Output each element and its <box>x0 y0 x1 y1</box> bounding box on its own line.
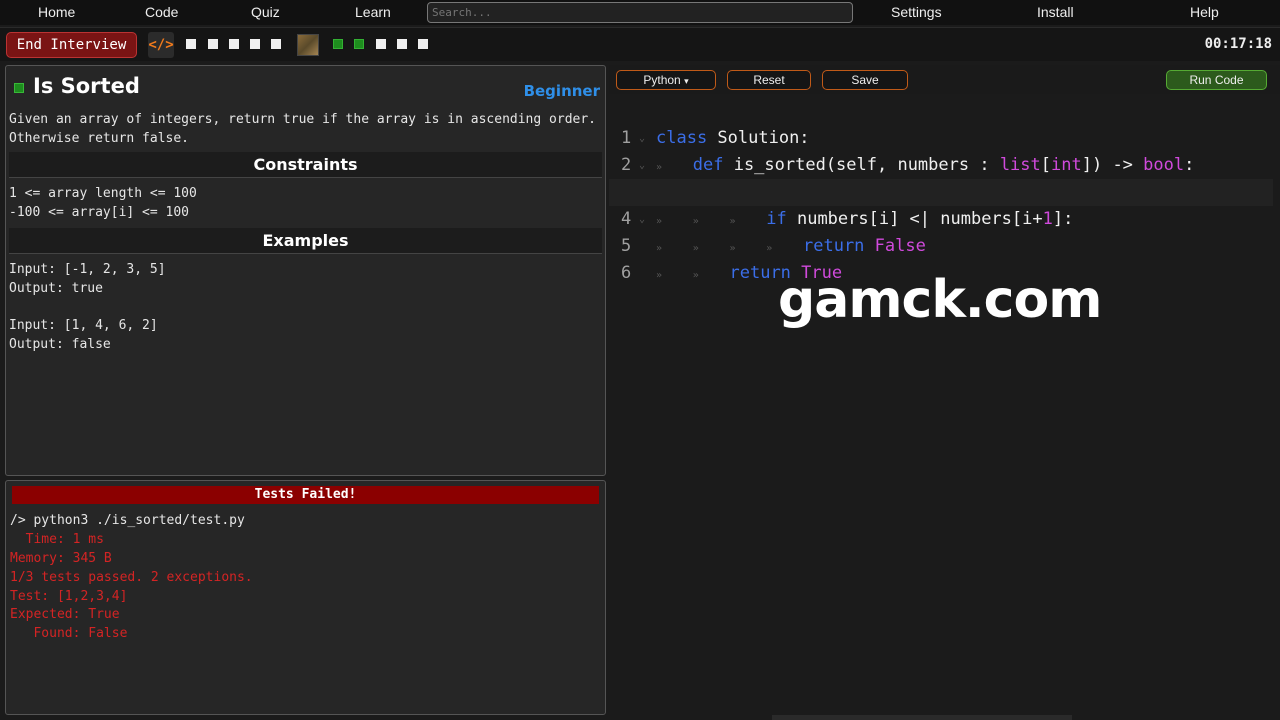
line-number: 6 <box>621 263 632 283</box>
problem-title: Is Sorted <box>33 74 140 98</box>
constraint-line: -100 <= array[i] <= 100 <box>9 204 190 220</box>
example-output: Output: true <box>9 281 103 296</box>
menu-learn[interactable]: Learn <box>355 4 391 20</box>
end-interview-button[interactable]: End Interview <box>6 32 137 58</box>
language-label: Python <box>643 73 681 87</box>
code-editor[interactable]: 1 ⌄ class Solution: 2 ⌄» def is_sorted(self… <box>609 96 1280 720</box>
interview-toolbar: End Interview </> 00:17:18 <box>0 27 1280 61</box>
output-command: /> python3 ./is_sorted/test.py <box>10 513 245 528</box>
code-line: 5» » » » return False <box>609 206 1273 256</box>
problem-description: Given an array of integers, return true … <box>9 112 596 146</box>
progress-square <box>418 39 428 49</box>
progress-square-complete <box>333 39 343 49</box>
output-line: Test: [1,2,3,4] <box>10 589 128 604</box>
watermark: gamck.com <box>778 270 1102 330</box>
progress-square <box>229 39 239 49</box>
examples-header: Examples <box>9 228 602 254</box>
code-icon[interactable]: </> <box>148 32 174 58</box>
menu-home[interactable]: Home <box>38 4 75 20</box>
example-output: Output: false <box>9 337 111 352</box>
horizontal-scrollbar[interactable] <box>772 715 1072 720</box>
output-line: Found: False <box>10 626 128 641</box>
code-line: 1 ⌄ class Solution: <box>609 98 1273 148</box>
avatar-icon[interactable] <box>297 34 319 56</box>
progress-square-complete <box>354 39 364 49</box>
code-line-active: 4 ⌄» » » if numbers[i] <| numbers[i+1]: <box>609 179 1273 229</box>
progress-square <box>271 39 281 49</box>
output-line: Memory: 345 B <box>10 551 112 566</box>
progress-square <box>397 39 407 49</box>
chevron-down-icon: ▾ <box>684 76 689 86</box>
constraints-header: Constraints <box>9 152 602 178</box>
output-line: Time: 1 ms <box>10 532 104 547</box>
interview-timer: 00:17:18 <box>1204 36 1272 52</box>
menu-install[interactable]: Install <box>1037 4 1074 20</box>
constraint-line: 1 <= array length <= 100 <box>9 186 197 201</box>
progress-square <box>186 39 196 49</box>
menu-quiz[interactable]: Quiz <box>251 4 280 20</box>
code-line: 3⌄» » for i in range(len(numbers) - 1): <box>609 152 1273 202</box>
difficulty-badge: Beginner <box>523 82 600 100</box>
reset-button[interactable]: Reset <box>727 70 811 90</box>
progress-square <box>250 39 260 49</box>
top-menu-bar: Home Code Quiz Learn Settings Install He… <box>0 0 1280 25</box>
progress-square <box>208 39 218 49</box>
search-input[interactable] <box>427 2 853 23</box>
code-line: 6» » return True <box>609 233 1273 283</box>
progress-square <box>376 39 386 49</box>
editor-toolbar: Python ▾ Reset Save Run Code <box>609 65 1280 94</box>
status-indicator-icon <box>14 83 24 93</box>
save-button[interactable]: Save <box>822 70 908 90</box>
output-line: 1/3 tests passed. 2 exceptions. <box>10 570 253 585</box>
menu-code[interactable]: Code <box>145 4 178 20</box>
output-line: Expected: True <box>10 607 120 622</box>
problem-panel: Is Sorted Beginner Given an array of int… <box>5 65 606 476</box>
run-code-button[interactable]: Run Code <box>1166 70 1267 90</box>
test-status-banner: Tests Failed! <box>12 486 599 504</box>
code-line: 2 ⌄» def is_sorted(self, numbers : list[i… <box>609 125 1273 175</box>
language-select[interactable]: Python ▾ <box>616 70 716 90</box>
menu-settings[interactable]: Settings <box>891 4 942 20</box>
test-output-panel: Tests Failed! /> python3 ./is_sorted/tes… <box>5 480 606 715</box>
example-input: Input: [-1, 2, 3, 5] <box>9 262 166 277</box>
example-input: Input: [1, 4, 6, 2] <box>9 318 158 333</box>
menu-help[interactable]: Help <box>1190 4 1219 20</box>
